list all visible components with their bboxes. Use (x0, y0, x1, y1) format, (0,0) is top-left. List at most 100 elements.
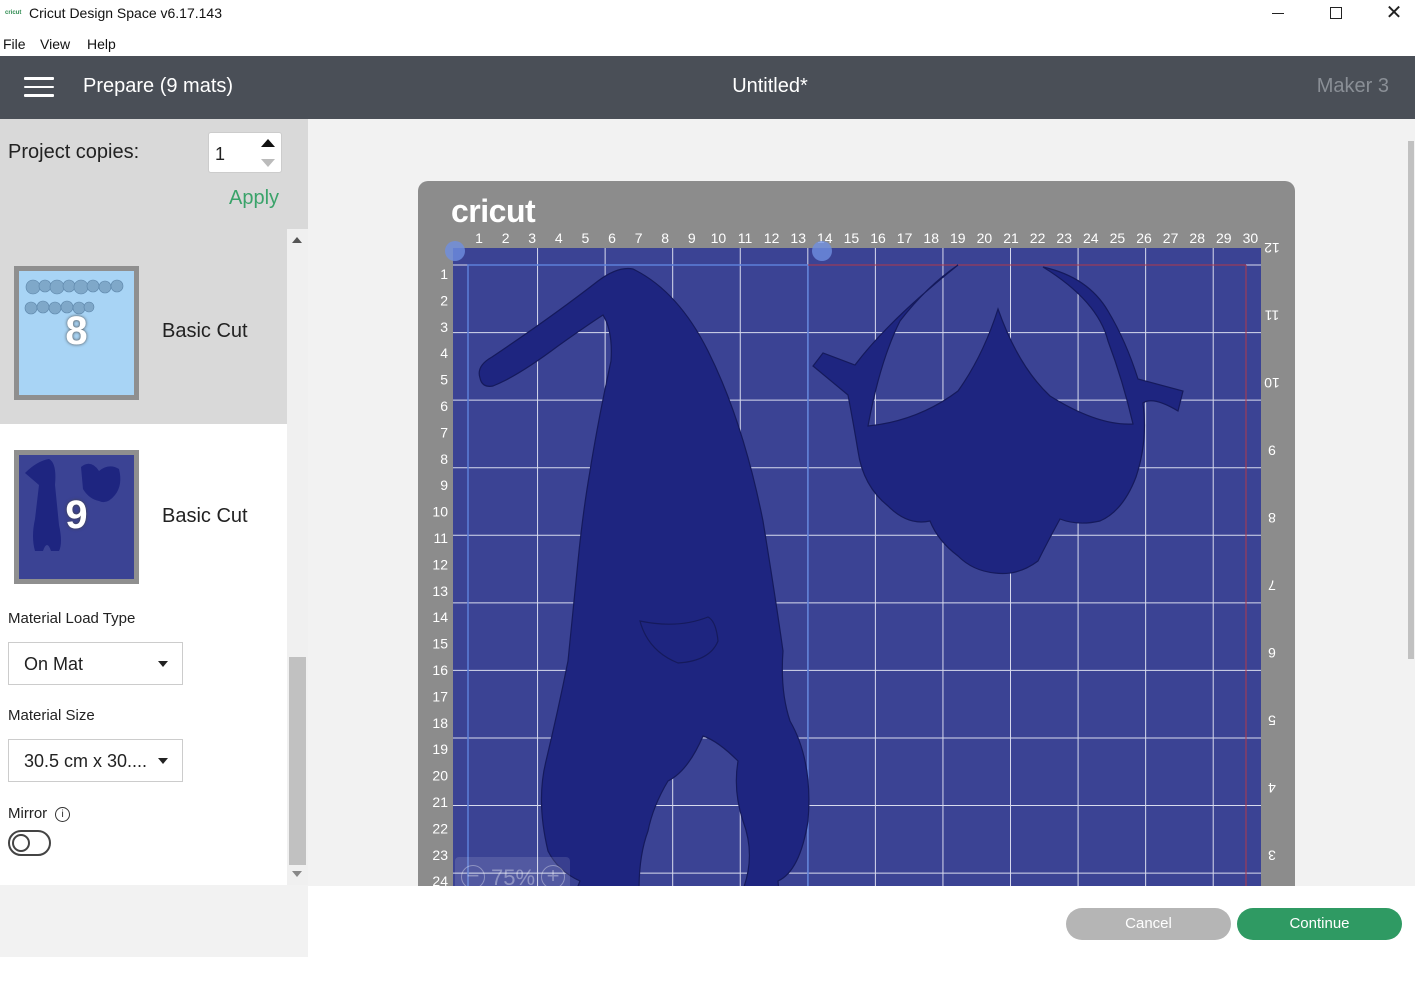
ruler-label: 12 (764, 230, 780, 246)
cricut-app-icon: cricut (5, 10, 22, 16)
mat-item-9[interactable]: 9 Basic Cut (0, 424, 287, 619)
ruler-label: 9 (440, 477, 448, 493)
ruler-label: 13 (790, 230, 806, 246)
ruler-label: 16 (870, 230, 886, 246)
ruler-label: 20 (432, 768, 448, 784)
ruler-label: 12 (1264, 240, 1280, 256)
mat-sidebar: Project copies: 1 Apply 8 Basic Cut 9 Ba… (0, 119, 308, 1004)
ruler-label: 14 (432, 609, 448, 625)
material-size-select[interactable]: 30.5 cm x 30.... (8, 739, 183, 782)
minimize-button[interactable] (1255, 0, 1301, 28)
machine-selector[interactable]: Maker 3 (1317, 75, 1389, 98)
document-title: Untitled* (732, 75, 808, 97)
mat-list-scrollbar[interactable] (287, 229, 308, 889)
ruler-label: 4 (1268, 780, 1276, 796)
info-icon[interactable]: i (55, 807, 71, 822)
mat-grid: 1 2 3 4 5 6 7 8 9 10 11 12 13 14 15 16 17 18 19 20 21 22 23 24 2… (432, 230, 1280, 886)
window-title: Cricut Design Space v6.17.143 (29, 5, 222, 21)
ruler-label: 1 (440, 266, 448, 282)
material-size-label: Material Size (8, 707, 95, 724)
ruler-label: 3 (1268, 848, 1276, 864)
mat-cut-label: Basic Cut (162, 320, 248, 342)
ruler-label: 16 (432, 662, 448, 678)
ruler-label: 10 (711, 230, 727, 246)
menu-help[interactable]: Help (87, 36, 116, 52)
scroll-down-arrow-icon[interactable] (292, 871, 302, 877)
ruler-label: 30 (1243, 230, 1259, 246)
mat-preview: 8 (19, 271, 134, 395)
toggle-knob (12, 834, 30, 852)
material-load-type-value: On Mat (24, 654, 84, 674)
ruler-label: 8 (1268, 510, 1276, 526)
ruler-label: 22 (1030, 230, 1046, 246)
ruler-label: 24 (432, 873, 448, 886)
ruler-label: 28 (1189, 230, 1205, 246)
rotate-handle-icon (812, 241, 832, 261)
menu-bar: File View Help (0, 30, 1415, 56)
ruler-label: 11 (738, 230, 753, 246)
ruler-label: 5 (1268, 713, 1276, 729)
maximize-button[interactable] (1313, 0, 1359, 28)
close-button[interactable]: ✕ (1371, 0, 1415, 28)
sidebar-footer (0, 885, 308, 957)
ruler-label: 10 (1264, 375, 1280, 391)
ruler-label: 25 (1110, 230, 1126, 246)
mat-preview-canvas: cricut 1 2 3 4 5 6 7 8 9 10 11 12 13 14 15 16 17 18 19 20 21… (308, 119, 1415, 886)
increment-arrow-icon[interactable] (261, 139, 275, 147)
continue-button[interactable]: Continue (1237, 908, 1402, 940)
cutting-mat: cricut 1 2 3 4 5 6 7 8 9 10 11 12 13 14 15 16 17 18 19 20 21… (418, 181, 1295, 886)
ruler-label: 2 (502, 230, 510, 246)
close-icon: ✕ (1385, 2, 1403, 24)
project-copies-label: Project copies: (8, 141, 140, 163)
material-load-type-select[interactable]: On Mat (8, 642, 183, 685)
cancel-button[interactable]: Cancel (1066, 908, 1231, 940)
material-load-type-label: Material Load Type (8, 610, 136, 627)
canvas-scrollbar[interactable] (1407, 119, 1415, 886)
ruler-label: 18 (432, 715, 448, 731)
scroll-up-arrow-icon[interactable] (292, 237, 302, 243)
zoom-in-icon[interactable]: + (541, 865, 565, 886)
ruler-label: 18 (923, 230, 939, 246)
menu-file[interactable]: File (3, 36, 26, 52)
zoom-level: 75% (491, 865, 536, 886)
ruler-label: 2 (440, 292, 448, 308)
ruler-label: 15 (844, 230, 860, 246)
mat-item-8[interactable]: 8 Basic Cut (0, 229, 287, 424)
project-copies-value: 1 (215, 144, 226, 164)
ruler-label: 19 (432, 741, 448, 757)
zoom-control[interactable]: − 75% + (455, 857, 570, 886)
mirror-toggle[interactable] (8, 830, 51, 856)
material-size-value: 30.5 cm x 30.... (24, 751, 148, 771)
prepare-footer: Cancel Continue (308, 886, 1415, 957)
menu-view[interactable]: View (40, 36, 70, 52)
ruler-label: 8 (440, 451, 448, 467)
ruler-label: 11 (1265, 308, 1280, 324)
ruler-label: 9 (688, 230, 696, 246)
ruler-label: 21 (432, 794, 448, 810)
project-copies-panel: Project copies: 1 Apply (0, 119, 308, 229)
decrement-arrow-icon[interactable] (261, 159, 275, 167)
mat-number: 8 (65, 309, 88, 353)
ruler-label: 5 (440, 372, 448, 388)
apply-button[interactable]: Apply (229, 187, 279, 210)
ruler-label: 6 (440, 398, 448, 414)
ruler-label: 20 (977, 230, 993, 246)
ruler-label: 6 (1268, 645, 1276, 661)
chevron-down-icon (158, 661, 168, 667)
ruler-label: 17 (897, 230, 913, 246)
scroll-thumb[interactable] (289, 657, 306, 865)
ruler-label: 15 (432, 636, 448, 652)
ruler-label: 29 (1216, 230, 1232, 246)
ruler-label: 7 (440, 424, 448, 440)
mat-thumbnail: 9 (14, 450, 139, 584)
mirror-label: Mirror i (8, 805, 71, 822)
ruler-label: 24 (1083, 230, 1099, 246)
mat-cut-label: Basic Cut (162, 505, 248, 527)
ruler-label: 5 (582, 230, 590, 246)
scroll-thumb[interactable] (1408, 141, 1414, 659)
ruler-label: 3 (440, 319, 448, 335)
minimize-icon (1272, 13, 1284, 14)
ruler-label: 12 (432, 556, 448, 572)
project-copies-input[interactable]: 1 (208, 132, 282, 173)
zoom-out-icon[interactable]: − (461, 865, 485, 886)
